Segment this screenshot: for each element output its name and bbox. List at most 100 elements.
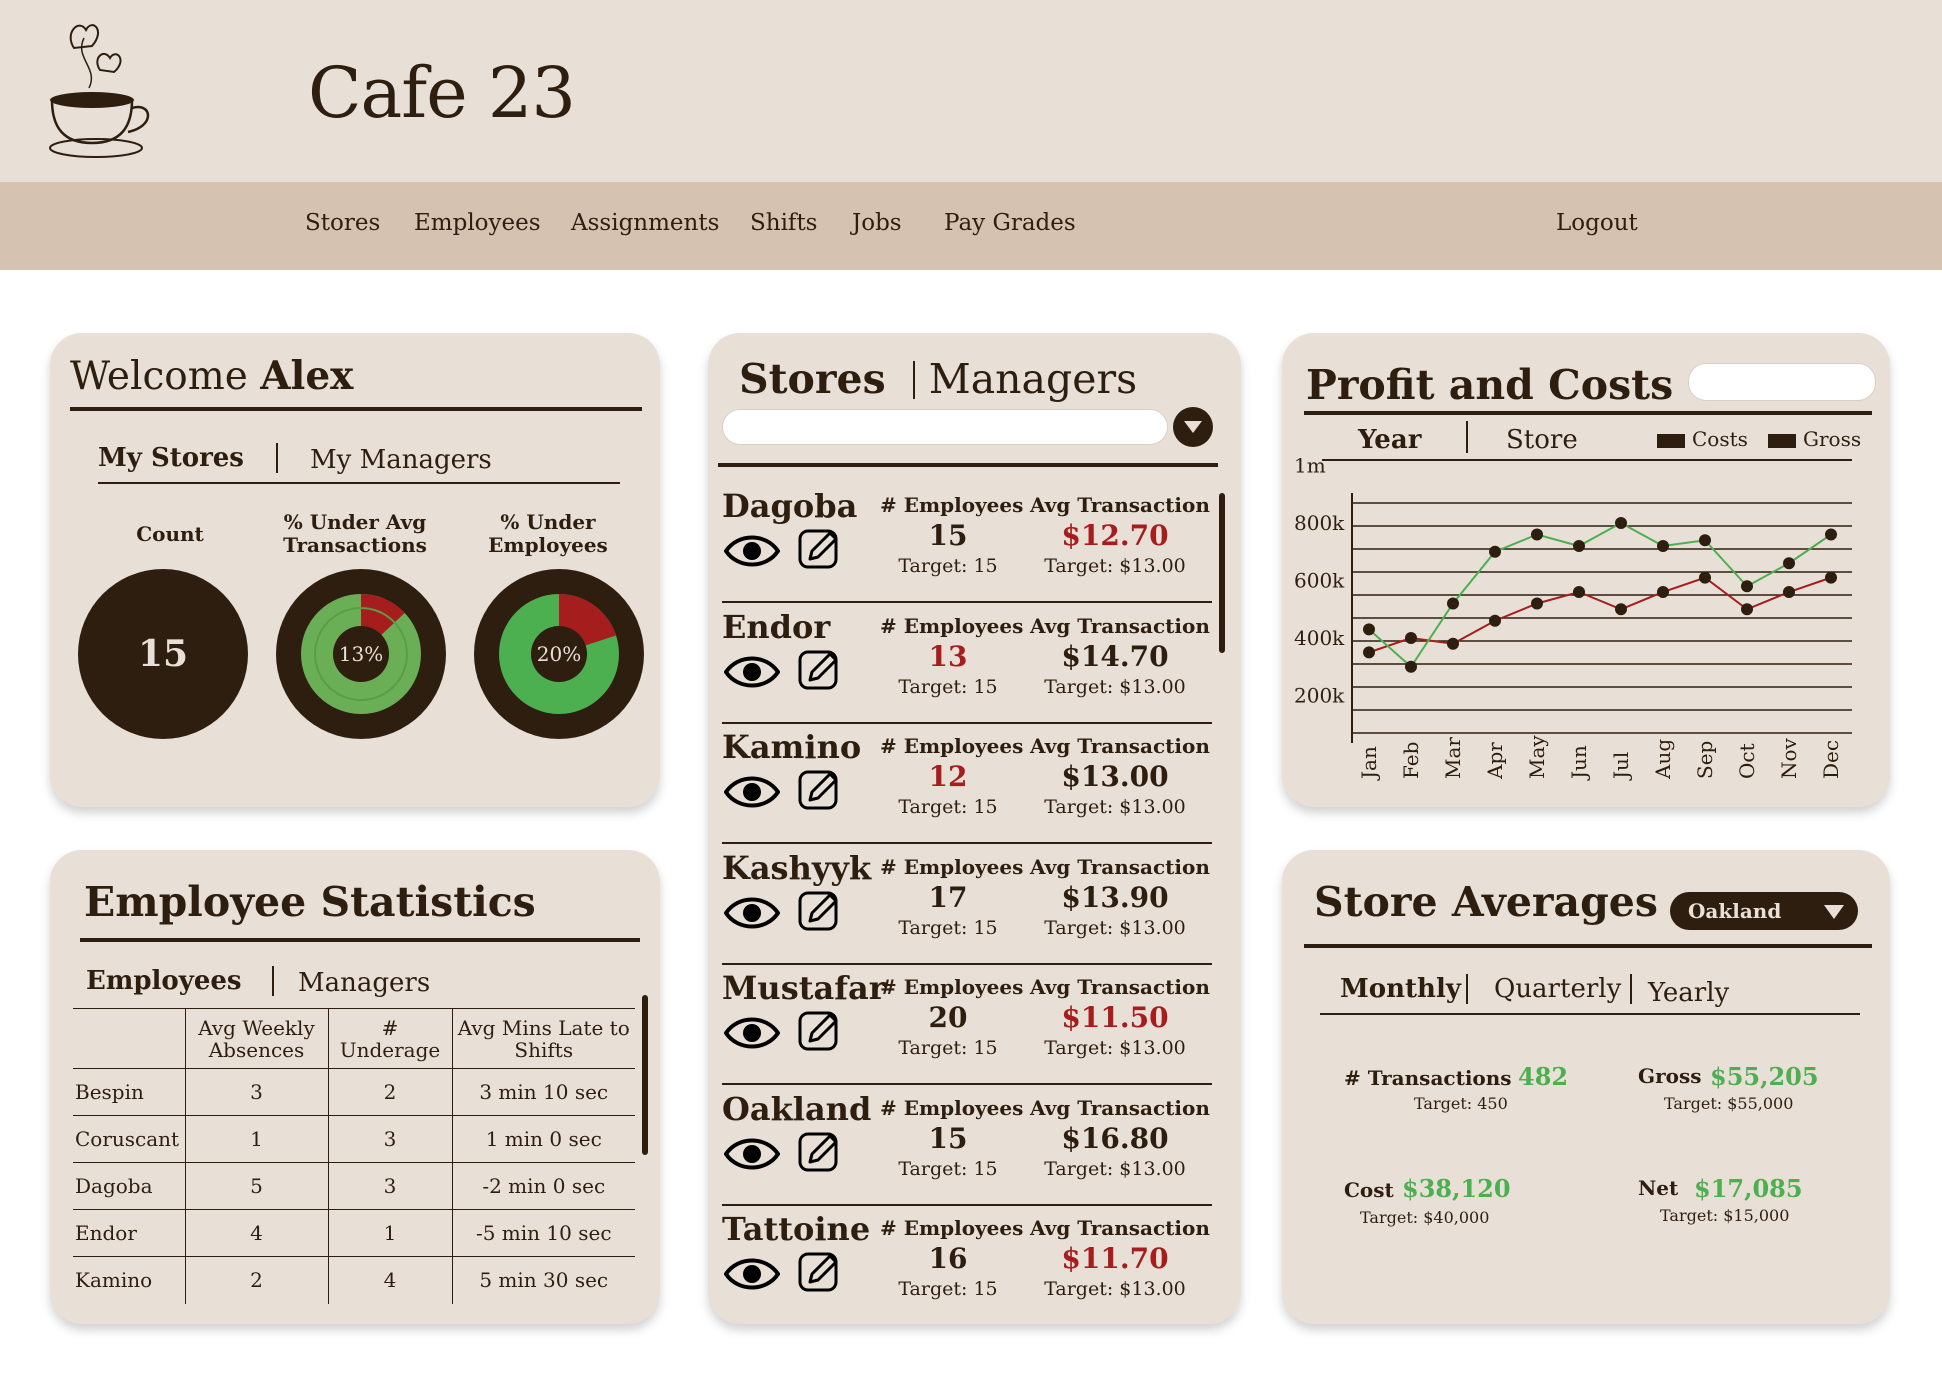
data-point-costs (1657, 586, 1669, 598)
table-scrollbar[interactable] (642, 995, 648, 1155)
y-tick-label: 1m (1294, 454, 1326, 478)
welcome-prefix: Welcome (70, 354, 248, 399)
employee-target: Target: 15 (898, 1157, 998, 1180)
stat-net-target: Target: $15,000 (1660, 1206, 1790, 1225)
nav-employees[interactable]: Employees (414, 210, 541, 236)
tab-yearly[interactable]: Yearly (1648, 978, 1729, 1008)
employee-target: Target: 15 (898, 555, 998, 577)
edit-pencil-icon[interactable] (798, 1250, 842, 1294)
column-header (73, 1008, 185, 1069)
edit-pencil-icon[interactable] (798, 527, 842, 571)
table-cell: 5 min 30 sec (451, 1256, 635, 1304)
data-point-gross (1489, 545, 1501, 558)
tab-stores[interactable]: Stores (739, 355, 886, 403)
edit-pencil-icon[interactable] (798, 648, 842, 692)
under-employees-donut: 20% (474, 569, 644, 739)
tab-quarterly[interactable]: Quarterly (1494, 974, 1621, 1004)
store-row[interactable]: Dagoba # Employees 15 Target: 15 Avg Transac… (722, 483, 1212, 603)
count-value: 15 (138, 633, 188, 675)
app-header: Cafe 23 (0, 0, 1942, 182)
tab-managers[interactable]: Managers (298, 968, 430, 998)
tab-monthly[interactable]: Monthly (1340, 974, 1461, 1004)
stores-search-input[interactable] (722, 409, 1168, 445)
edit-pencil-icon[interactable] (798, 768, 842, 812)
view-eye-icon[interactable] (723, 529, 781, 573)
table-cell: -2 min 0 sec (451, 1162, 635, 1210)
avg-transaction-target: Target: $13.00 (1044, 555, 1186, 577)
profit-costs-card: Profit and Costs Year Store Costs Gross … (1282, 333, 1890, 807)
data-point-costs (1363, 646, 1375, 659)
divider (80, 938, 640, 942)
tab-separator (1630, 974, 1632, 1004)
view-eye-icon[interactable] (723, 770, 781, 814)
store-name-cell: Endor (73, 1209, 185, 1257)
edit-pencil-icon[interactable] (798, 1009, 842, 1053)
table-cell: 1 (184, 1115, 328, 1163)
logout-link[interactable]: Logout (1556, 210, 1638, 236)
table-cell: -5 min 10 sec (451, 1209, 635, 1257)
stores-scrollbar[interactable] (1219, 493, 1225, 653)
table-row[interactable]: Dagoba 5 3 -2 min 0 sec (73, 1162, 635, 1210)
store-select-dropdown[interactable]: Oakland (1670, 892, 1858, 930)
store-name: Kamino (722, 728, 862, 766)
edit-pencil-icon[interactable] (798, 889, 842, 933)
stores-dropdown-button[interactable] (1173, 407, 1213, 447)
view-eye-icon[interactable] (723, 1132, 781, 1176)
tab-separator (912, 361, 915, 399)
table-row[interactable]: Kamino 2 4 5 min 30 sec (73, 1256, 635, 1304)
data-point-gross (1825, 528, 1837, 541)
store-row[interactable]: Endor # Employees 13 Target: 15 Avg Transact… (722, 604, 1212, 724)
avg-transaction-header: Avg Transaction (1030, 854, 1210, 879)
tab-my-stores[interactable]: My Stores (98, 443, 244, 473)
store-row[interactable]: Kamino # Employees 12 Target: 15 Avg Transac… (722, 724, 1212, 844)
table-cell: 1 min 0 sec (451, 1115, 635, 1163)
avg-transaction-target: Target: $13.00 (1044, 1157, 1186, 1180)
avg-transaction-target: Target: $13.00 (1044, 675, 1186, 698)
employee-count: 13 (928, 639, 968, 673)
table-row[interactable]: Coruscant 1 3 1 min 0 sec (73, 1115, 635, 1163)
stat-transactions-value: 482 (1518, 1062, 1569, 1091)
divider (98, 482, 620, 484)
employees-header: # Employees (880, 1095, 1024, 1120)
store-row[interactable]: Kashyyk # Employees 17 Target: 15 Avg Transa… (722, 845, 1212, 965)
stat-gross-label: Gross (1638, 1064, 1702, 1088)
employee-count: 17 (928, 880, 968, 914)
main-nav: Stores Employees Assignments Shifts Jobs… (0, 182, 1942, 270)
store-row[interactable]: Mustafar # Employees 20 Target: 15 Avg Trans… (722, 965, 1212, 1085)
employees-header: # Employees (880, 493, 1024, 517)
stores-heading: Stores Managers (739, 355, 1137, 403)
employee-stats-table: Avg Weekly Absences # Underage Avg Mins … (73, 1008, 635, 1304)
data-point-costs (1615, 603, 1627, 616)
employees-header: # Employees (880, 734, 1024, 758)
metric-label-under-avg-transactions: % Under Avg Transactions (283, 510, 427, 557)
store-row[interactable]: Oakland # Employees 15 Target: 15 Avg Transa… (722, 1086, 1212, 1206)
tab-managers[interactable]: Managers (929, 355, 1137, 403)
nav-assignments[interactable]: Assignments (571, 210, 719, 236)
avg-transaction-value: $12.70 (1061, 519, 1169, 552)
store-row[interactable]: Tattoine # Employees 16 Target: 15 Avg Trans… (722, 1206, 1212, 1326)
tab-my-managers[interactable]: My Managers (310, 445, 492, 475)
table-cell: 4 (327, 1256, 452, 1304)
x-tick-label: Oct (1735, 743, 1759, 779)
nav-jobs[interactable]: Jobs (852, 210, 902, 236)
avg-transaction-header: Avg Transaction (1030, 734, 1210, 758)
view-eye-icon[interactable] (723, 650, 781, 694)
nav-pay-grades[interactable]: Pay Grades (944, 210, 1076, 236)
x-tick-label: Jul (1609, 752, 1633, 781)
table-row[interactable]: Bespin 3 2 3 min 10 sec (73, 1068, 635, 1116)
edit-pencil-icon[interactable] (798, 1130, 842, 1174)
table-row[interactable]: Endor 4 1 -5 min 10 sec (73, 1209, 635, 1257)
view-eye-icon[interactable] (723, 891, 781, 935)
nav-shifts[interactable]: Shifts (750, 210, 817, 236)
employee-target: Target: 15 (898, 796, 998, 818)
nav-stores[interactable]: Stores (305, 210, 380, 236)
divider (1320, 1013, 1860, 1015)
column-header-absences: Avg Weekly Absences (184, 1008, 328, 1069)
view-eye-icon[interactable] (723, 1011, 781, 1055)
employees-header: # Employees (880, 975, 1024, 999)
tab-employees[interactable]: Employees (86, 966, 242, 996)
data-point-costs (1531, 597, 1543, 610)
x-tick-label: Aug (1651, 739, 1675, 780)
view-eye-icon[interactable] (723, 1252, 781, 1296)
tab-separator (276, 443, 278, 473)
